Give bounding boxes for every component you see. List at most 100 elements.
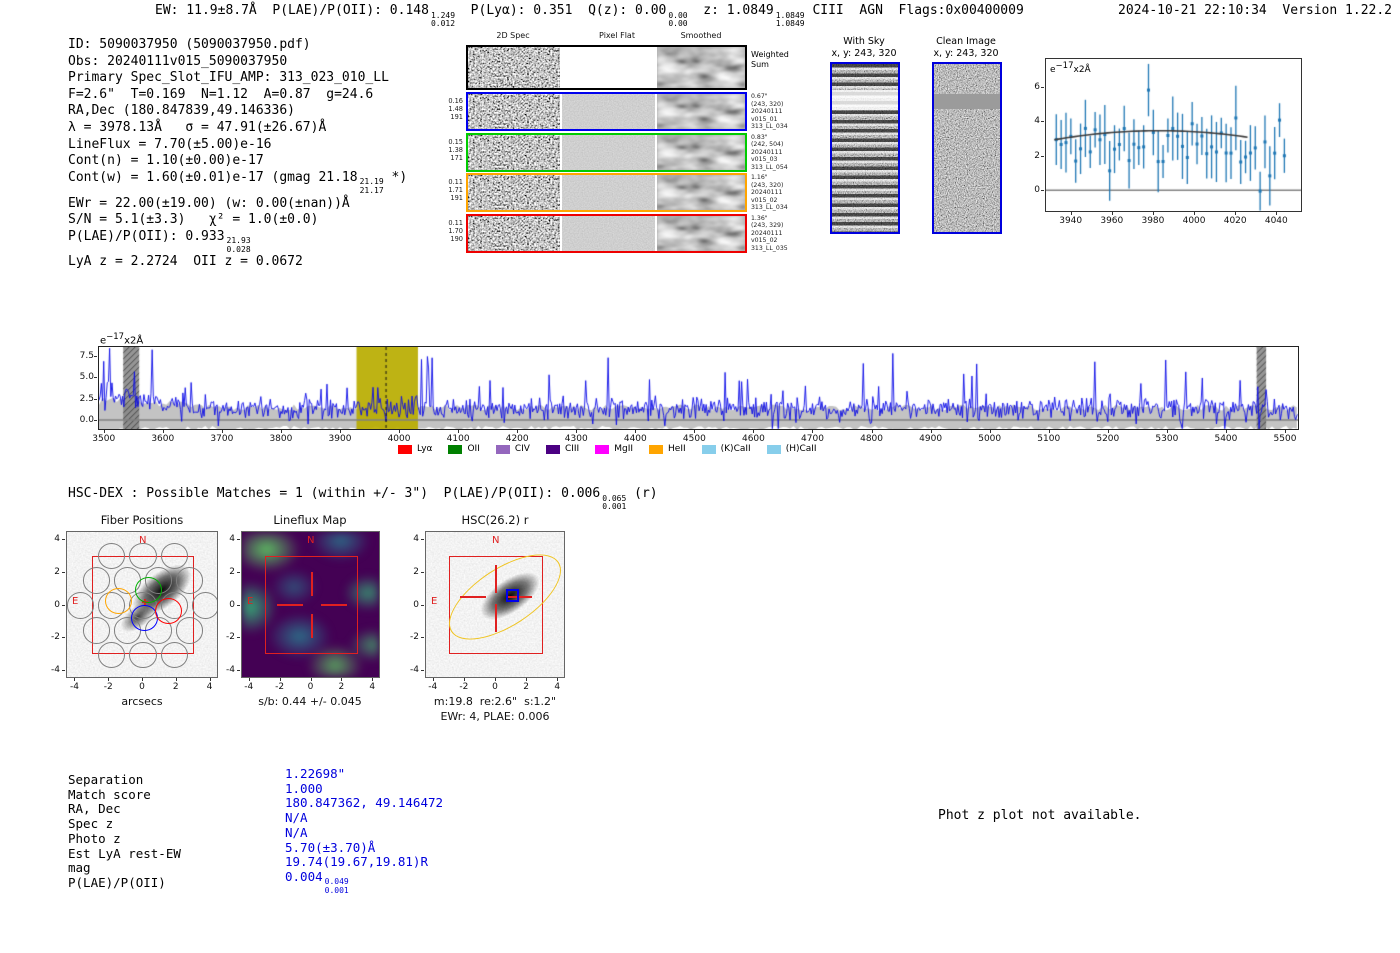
with-sky-image <box>830 62 900 234</box>
info-line: ID: 5090037950 (5090037950.pdf) <box>68 37 311 52</box>
x-tick-label: 5000 <box>978 434 1002 444</box>
match-row-label: Spec z <box>68 816 114 832</box>
match-row-label: mag <box>68 860 91 876</box>
x-tick-mark <box>432 678 434 681</box>
x-tick-label: 4020 <box>1223 216 1247 226</box>
match-row-value: 5.70(±3.70)Å <box>285 839 376 855</box>
clean-image-coords: x, y: 243, 320 <box>933 48 999 59</box>
legend-swatch <box>448 444 463 454</box>
panel-y-tick: -4 <box>410 664 419 675</box>
panel-x-tick: 4 <box>554 682 561 692</box>
x-tick-mark <box>753 430 755 433</box>
stacked-uncertainty: 0.049 0.001 <box>324 877 349 896</box>
weighted-2dspec-strip <box>468 47 560 88</box>
y-tick-mark <box>62 669 65 671</box>
x-tick-label: 3940 <box>1059 216 1083 226</box>
y-tick-label: 7.5 <box>79 350 94 361</box>
panel-y-tick: -4 <box>51 664 60 675</box>
y-tick-label: 2 <box>1034 150 1040 161</box>
x-tick-label: 5500 <box>1273 434 1297 444</box>
x-tick-label: 3500 <box>92 434 116 444</box>
lineflux-panel-title: Lineflux Map <box>273 513 347 527</box>
x-tick-mark <box>1285 430 1286 433</box>
crosshair-left <box>460 596 486 598</box>
x-tick-label: 3900 <box>328 434 352 444</box>
x-tick-mark <box>1235 212 1237 215</box>
continuum-plot-units: e−17x2Å <box>1050 61 1091 75</box>
continuum-cutout-plot <box>1045 58 1302 212</box>
clean-image-title: Clean Image <box>936 36 996 47</box>
info-line: LineFlux = 7.70(±5.00)e-16 <box>68 136 272 152</box>
y-tick-mark <box>237 669 240 671</box>
match-row-value: 1.000 <box>285 780 323 796</box>
y-tick-mark <box>1041 190 1044 192</box>
panel-x-tick: -2 <box>459 682 469 692</box>
panel-x-tick: 2 <box>172 682 179 692</box>
selected-fiber-circle <box>154 598 182 625</box>
panel-y-tick: 0 <box>229 599 235 610</box>
x-tick-mark <box>526 678 528 681</box>
x-tick-label: 3800 <box>269 434 293 444</box>
row-left-stats: 0.11 1.70 190 <box>448 218 463 243</box>
legend-label: Lyα <box>417 444 433 454</box>
row-left-stats: 0.16 1.48 191 <box>448 97 463 122</box>
y-tick-mark <box>1041 121 1044 123</box>
with-sky-coords: x, y: 243, 320 <box>831 48 897 59</box>
fiber-circle <box>129 542 157 569</box>
legend-item: OII <box>448 444 480 454</box>
fiber-circle <box>176 617 204 644</box>
y-tick-label: 0 <box>1034 185 1040 196</box>
y-tick-label: 0.0 <box>79 415 94 426</box>
x-tick-mark <box>248 678 250 681</box>
x-tick-mark <box>871 430 873 433</box>
x-tick-label: 4800 <box>860 434 883 444</box>
fiber-circle <box>82 617 110 644</box>
x-tick-mark <box>1166 430 1168 433</box>
x-tick-label: 4700 <box>801 434 824 444</box>
y-tick-mark <box>421 539 424 541</box>
panel-y-tick: 4 <box>413 534 419 545</box>
match-row-label: Est LyA rest-EW <box>68 845 181 861</box>
x-tick-label: 5300 <box>1155 434 1179 444</box>
panel-x-tick: -4 <box>69 682 79 692</box>
x-tick-mark <box>221 430 223 433</box>
info-line: RA,Dec (180.847839,49.146336) <box>68 103 295 119</box>
x-tick-mark <box>103 430 105 433</box>
x-tick-label: 4000 <box>1182 216 1206 226</box>
x-tick-mark <box>576 430 578 433</box>
crosshair-top <box>495 565 497 593</box>
panel-x-tick: 0 <box>492 682 498 692</box>
row-annotation: 1.36" (243, 329) 20240111 v015_02 313_LL… <box>751 214 788 252</box>
x-tick-mark <box>175 678 177 681</box>
row-2dspec-strip <box>468 175 560 210</box>
legend-swatch <box>766 444 781 454</box>
stacked-uncertainty: 21.19 21.17 <box>359 177 384 195</box>
match-row-value: N/A <box>285 824 308 840</box>
x-tick-mark <box>1194 212 1196 215</box>
match-row-value: 1.22698" <box>285 766 346 781</box>
row-pixelflat-strip <box>562 94 655 129</box>
lineflux-panel-xlabel: s/b: 0.44 +/- 0.045 <box>258 695 362 708</box>
legend-label: HeII <box>668 444 686 454</box>
spectrum-legend: Lyα OII CIV CIII MgII HeII (K)CaII (H)CaII <box>398 444 817 454</box>
panel-y-tick: 4 <box>229 534 235 545</box>
fiber-circle <box>98 542 126 569</box>
row-annotation: 0.83" (242, 504) 20240111 v015_03 313_LL… <box>751 133 788 171</box>
fiber-circle <box>129 642 157 669</box>
x-tick-mark <box>399 430 401 433</box>
legend-item: MgII <box>595 444 633 454</box>
x-tick-mark <box>162 430 164 433</box>
weighted-sum-label: Weighted Sum <box>751 50 789 69</box>
y-tick-mark <box>94 420 97 422</box>
y-tick-mark <box>237 637 240 639</box>
timestamp: 2024-10-21 22:10:34 <box>1118 3 1267 18</box>
y-tick-mark <box>62 637 65 639</box>
info-line: LyA z = 2.2724 OII z = 0.0672 <box>68 254 303 270</box>
info-line: P(LAE)/P(OII): 0.933 21.93 0.028 <box>68 228 251 254</box>
match-row-label: P(LAE)/P(OII) <box>68 874 166 890</box>
fiber-circle <box>160 542 188 569</box>
legend-label: CIV <box>514 444 530 454</box>
hsc-panel-title: HSC(26.2) r <box>461 513 529 527</box>
x-tick-label: 4900 <box>919 434 943 444</box>
y-tick-mark <box>1041 86 1044 88</box>
